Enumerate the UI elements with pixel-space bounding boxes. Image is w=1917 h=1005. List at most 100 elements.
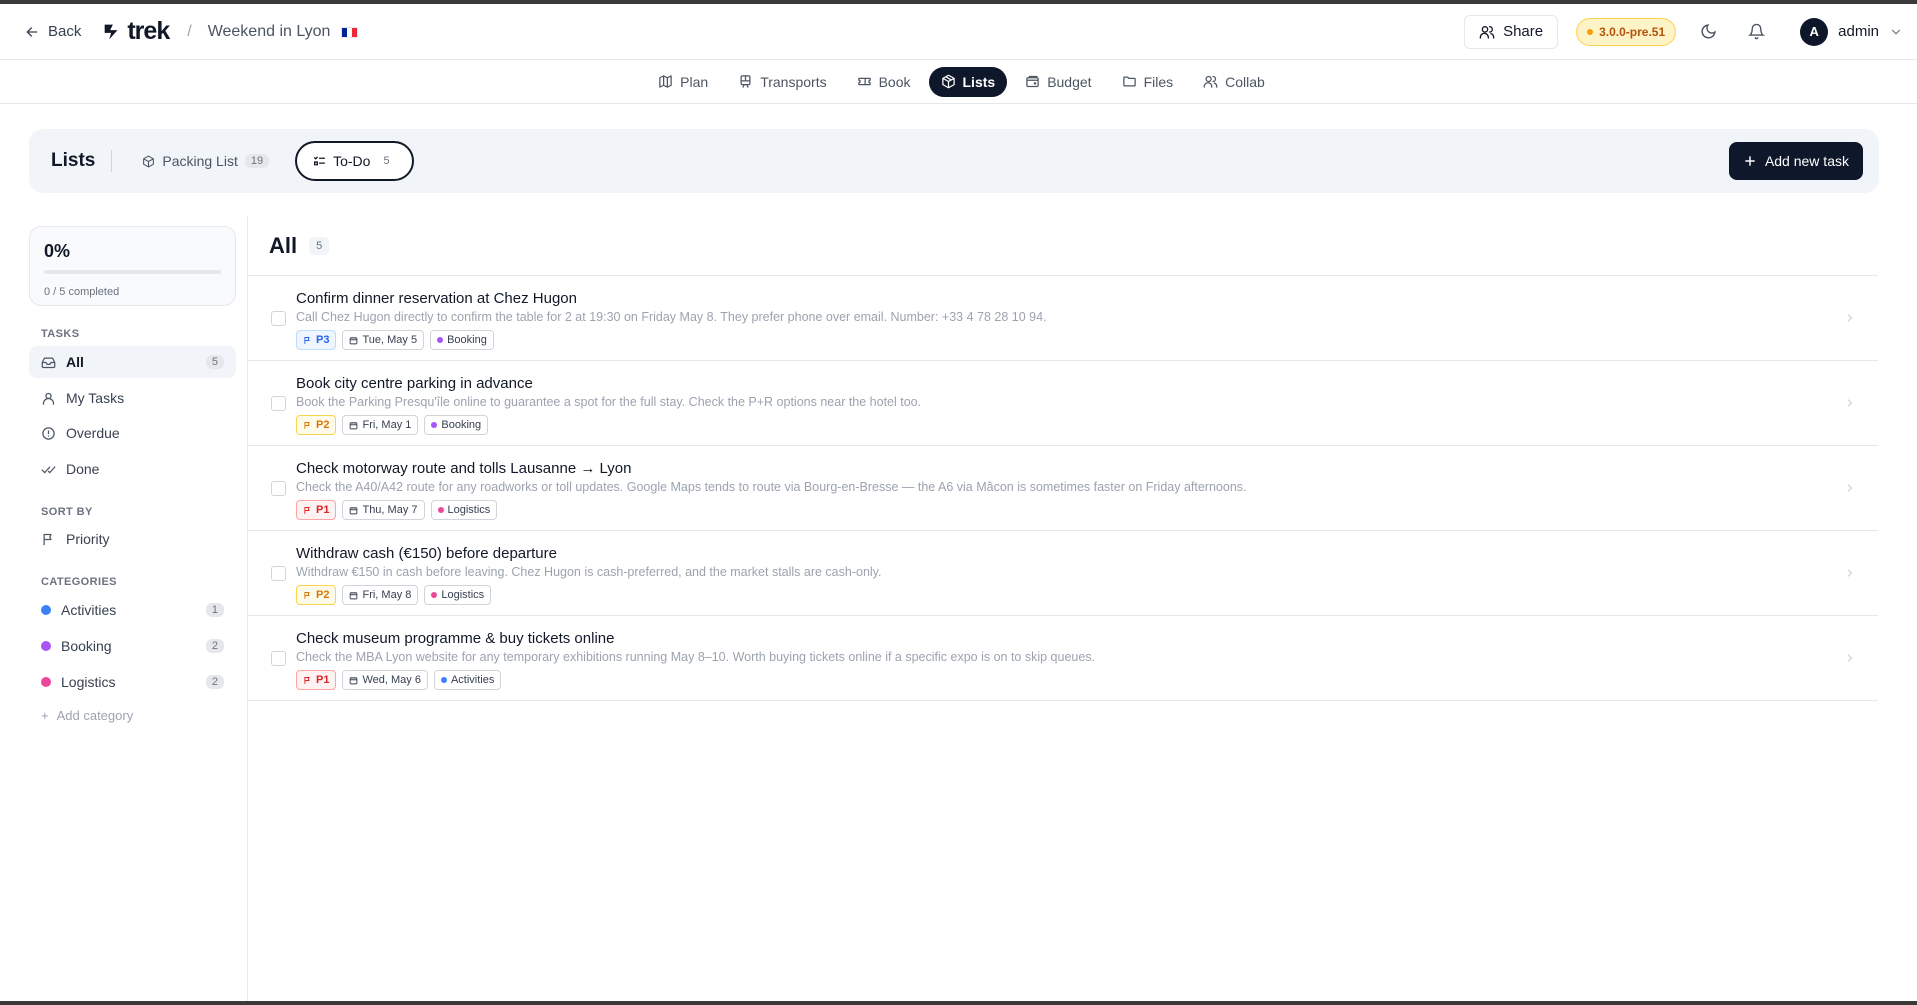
calendar-icon (350, 336, 358, 344)
task-tags: P3 Tue, May 5 Booking (296, 330, 1878, 350)
task-title: Withdraw cash (€150) before departure (296, 545, 557, 562)
version-dot (1587, 28, 1594, 35)
user-menu[interactable]: A admin (1800, 17, 1903, 46)
task-checkbox[interactable] (271, 311, 286, 326)
task-title: Confirm dinner reservation at Chez Hugon (296, 290, 577, 307)
tab-packing-list[interactable]: Packing List 19 (128, 141, 283, 181)
filter-overdue[interactable]: Overdue (29, 417, 236, 449)
category-dot (437, 337, 444, 343)
tab-book[interactable]: Book (845, 67, 923, 97)
priority-badge: P1 (296, 670, 337, 690)
calendar-icon (350, 421, 358, 429)
category-dot (41, 641, 51, 651)
filter-my-tasks[interactable]: My Tasks (29, 382, 236, 414)
breadcrumb-separator: / (187, 22, 192, 40)
priority-badge: P2 (296, 415, 337, 435)
task-tags: P2 Fri, May 8 Logistics (296, 585, 1878, 605)
task-tags: P1 Wed, May 6 Activities (296, 670, 1878, 690)
task-checkbox[interactable] (271, 651, 286, 666)
priority-badge: P1 (296, 500, 337, 520)
tab-count: 5 (383, 155, 390, 167)
progress-bar (44, 270, 221, 274)
wallet-icon (1026, 75, 1039, 88)
tab-budget[interactable]: Budget (1013, 67, 1103, 97)
add-task-button[interactable]: Add new task (1728, 142, 1863, 180)
due-date-badge: Fri, May 8 (342, 585, 419, 605)
task-row[interactable]: Confirm dinner reservation at Chez Hugon… (248, 276, 1878, 361)
alert-circle-icon (42, 426, 55, 440)
tab-todo[interactable]: To-Do 5 (295, 141, 414, 181)
category-logistics[interactable]: Logistics 2 (29, 666, 236, 698)
check-check-icon (41, 465, 56, 474)
trek-logo-icon (105, 24, 118, 39)
task-description: Withdraw €150 in cash before leaving. Ch… (296, 565, 882, 579)
lists-toolbar: Lists Packing List 19 To-Do 5 Add new ta… (29, 129, 1879, 193)
task-row[interactable]: Book city centre parking in advance Book… (248, 361, 1878, 446)
category-count: 2 (205, 639, 224, 653)
task-description: Book the Parking Presqu'île online to gu… (296, 395, 922, 409)
task-checkbox[interactable] (271, 566, 286, 581)
task-title: Check museum programme & buy tickets onl… (296, 630, 615, 647)
category-dot (41, 677, 51, 687)
chevron-right-icon (1847, 569, 1853, 577)
tab-transports[interactable]: Transports (726, 67, 838, 97)
trek-logo[interactable]: trek (101, 17, 170, 46)
task-row[interactable]: Withdraw cash (€150) before departure Wi… (248, 531, 1878, 616)
task-title: Book city centre parking in advance (296, 375, 533, 392)
task-checkbox[interactable] (271, 481, 286, 496)
category-count: 1 (205, 603, 224, 617)
top-header: Back trek / Weekend in Lyon Share 3.0.0-… (0, 4, 1917, 60)
tasks-section-title: TASKS (41, 328, 80, 340)
chevron-right-icon (1847, 484, 1853, 492)
divider (111, 150, 113, 172)
calendar-icon (350, 676, 358, 684)
due-date-badge: Tue, May 5 (342, 330, 425, 350)
back-button[interactable]: Back (24, 23, 81, 40)
flag-icon (304, 506, 310, 514)
notifications-button[interactable] (1740, 16, 1772, 48)
flag-icon (304, 591, 310, 599)
task-tags: P1 Thu, May 7 Logistics (296, 500, 1878, 520)
calendar-icon (350, 506, 358, 514)
filter-count: 5 (205, 355, 224, 369)
due-date-badge: Fri, May 1 (342, 415, 419, 435)
tab-plan[interactable]: Plan (646, 67, 720, 97)
theme-toggle-button[interactable] (1692, 16, 1724, 48)
tab-collab[interactable]: Collab (1191, 67, 1277, 97)
todo-sidebar: 0% 0 / 5 completed TASKS All 5 My Tasks … (29, 226, 236, 1001)
lists-title: Lists (51, 150, 96, 171)
task-list-count: 5 (309, 236, 330, 255)
category-booking[interactable]: Booking 2 (29, 630, 236, 662)
task-row[interactable]: Check motorway route and tolls Lausanne … (248, 446, 1878, 531)
train-icon (740, 75, 751, 88)
tab-count: 19 (244, 154, 270, 168)
users-icon (1479, 25, 1495, 39)
version-badge[interactable]: 3.0.0-pre.51 (1576, 17, 1677, 46)
chevron-right-icon (1847, 654, 1853, 662)
tab-files[interactable]: Files (1110, 67, 1186, 97)
tab-lists[interactable]: Lists (928, 66, 1008, 97)
task-list-panel: All 5 Confirm dinner reservation at Chez… (248, 216, 1878, 701)
flag-icon (43, 533, 52, 545)
task-description: Check the MBA Lyon website for any tempo… (296, 650, 1096, 664)
task-row[interactable]: Check museum programme & buy tickets onl… (248, 616, 1878, 701)
priority-badge: P3 (296, 330, 337, 350)
due-date-badge: Thu, May 7 (342, 500, 425, 520)
category-badge: Activities (433, 670, 502, 690)
calendar-icon (350, 591, 358, 599)
category-count: 2 (205, 675, 224, 689)
sort-priority[interactable]: Priority (29, 523, 236, 555)
share-button[interactable]: Share (1464, 14, 1559, 49)
task-checkbox[interactable] (271, 396, 286, 411)
task-description: Check the A40/A42 route for any roadwork… (296, 480, 1247, 494)
task-description: Call Chez Hugon directly to confirm the … (296, 310, 1047, 324)
map-icon (659, 75, 672, 88)
ticket-icon (857, 77, 871, 86)
category-activities[interactable]: Activities 1 (29, 594, 236, 626)
trip-nav: Plan Transports Book Lists Budget Files … (0, 60, 1917, 104)
category-dot (431, 422, 438, 428)
trip-name: Weekend in Lyon (208, 23, 358, 41)
add-category-button[interactable]: + Add category (29, 700, 236, 730)
filter-all[interactable]: All 5 (29, 346, 236, 378)
filter-done[interactable]: Done (29, 453, 236, 485)
